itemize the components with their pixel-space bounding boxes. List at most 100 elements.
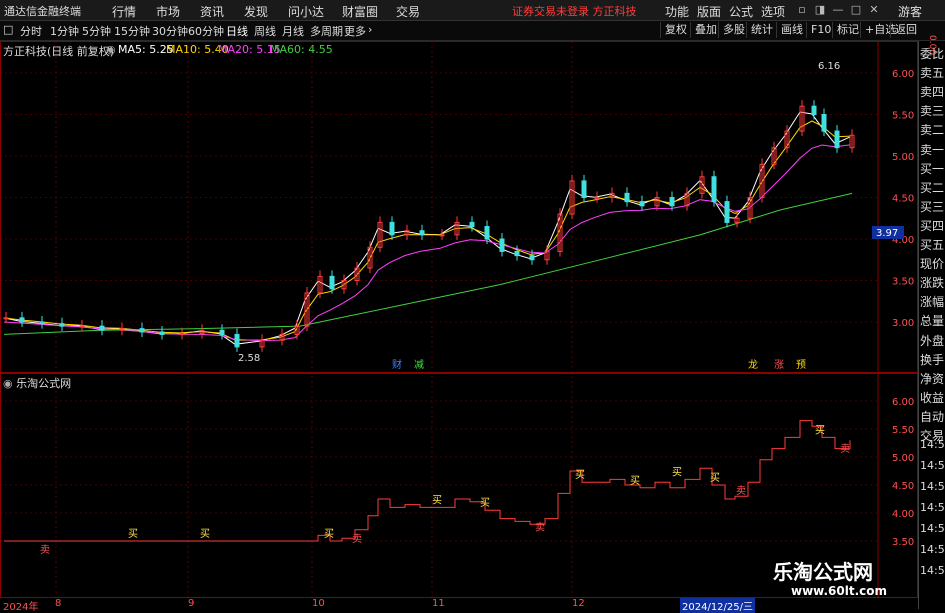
candle-body <box>99 325 105 331</box>
sidebar-item[interactable]: 买一 <box>920 160 945 179</box>
period-5min[interactable]: 5分钟 <box>82 23 111 39</box>
btn-overlay[interactable]: 叠加 <box>690 22 721 38</box>
y-tick: 5.00 <box>892 152 914 163</box>
candle-body <box>594 197 600 199</box>
window-close-icon[interactable]: ✕ <box>868 4 880 16</box>
candle-body <box>179 333 185 336</box>
sidebar-item[interactable]: 涨幅 <box>920 293 945 312</box>
sidebar-item[interactable]: 买三 <box>920 198 945 217</box>
menu-quotes[interactable]: 行情 <box>112 3 136 20</box>
sidebar-time: 14:56 <box>920 564 945 577</box>
candle-body <box>19 317 25 323</box>
window-restore-icon[interactable]: — <box>832 4 844 16</box>
buy-marker: 买 <box>324 528 334 540</box>
kline-chart[interactable]: 6.162.58财减龙涨预 卖买买买卖买 买卖买买买买卖买卖 6.005.505.… <box>0 41 918 598</box>
high-label: 6.16 <box>818 61 840 72</box>
candle-body <box>389 221 395 236</box>
period-monthly[interactable]: 月线 <box>282 23 304 39</box>
sidebar-time: 14:56 <box>920 501 945 514</box>
sidebar-item[interactable]: 卖三 <box>920 102 945 121</box>
sidebar-item[interactable]: 总量 <box>920 312 945 331</box>
toolbar-square-icon[interactable]: □ <box>3 23 13 36</box>
buy-marker: 买 <box>575 469 585 481</box>
menu-layout[interactable]: 版面 <box>697 3 721 20</box>
menu-discover[interactable]: 发现 <box>244 3 268 20</box>
menu-trade[interactable]: 交易 <box>396 3 420 20</box>
sell-marker: 卖 <box>535 522 545 534</box>
menu-market[interactable]: 市场 <box>156 3 180 20</box>
sidebar-item[interactable]: 自动 <box>920 408 945 427</box>
btn-multi-stock[interactable]: 多股 <box>718 22 749 38</box>
main-panel-frame <box>0 41 918 373</box>
chart-grid <box>0 41 918 598</box>
period-multi[interactable]: 多周期 <box>310 23 343 39</box>
ma-lines <box>3 111 853 345</box>
sub-y-tick: 4.50 <box>892 481 914 492</box>
more-chevron-icon[interactable]: › <box>368 23 372 36</box>
login-warning[interactable]: 证券交易未登录 方正科技 <box>512 3 637 19</box>
sidebar-item[interactable]: 卖二 <box>920 121 945 140</box>
sub-indicator: 卖买买买卖买 买卖买买买买卖买卖 <box>4 420 851 556</box>
y-tick: 3.50 <box>892 277 914 288</box>
ma20-line <box>3 144 851 342</box>
window-skin-icon[interactable]: ◨ <box>814 4 826 16</box>
sub-y-tick: 4.00 <box>892 509 914 520</box>
sell-marker: 卖 <box>40 544 50 556</box>
candle-body <box>159 331 165 335</box>
btn-adjust[interactable]: 复权 <box>660 22 691 38</box>
buy-marker: 买 <box>480 497 490 509</box>
menu-news[interactable]: 资讯 <box>200 3 224 20</box>
event-tag: 预 <box>796 359 806 371</box>
sidebar-item[interactable]: 委比 <box>920 45 945 64</box>
period-30min[interactable]: 30分钟 <box>152 23 188 39</box>
period-daily[interactable]: 日线 <box>226 23 248 39</box>
sidebar-item[interactable]: 现价 <box>920 255 945 274</box>
buy-marker: 买 <box>815 424 825 436</box>
candle-body <box>624 192 630 203</box>
btn-f10[interactable]: F10 <box>806 22 835 38</box>
sidebar-item[interactable]: 卖四 <box>920 83 945 102</box>
sidebar-item[interactable]: 换手 <box>920 351 945 370</box>
sidebar-item[interactable]: 卖一 <box>920 141 945 160</box>
period-weekly[interactable]: 周线 <box>254 23 276 39</box>
event-tag: 涨 <box>774 359 784 371</box>
sidebar-item[interactable]: 收益 <box>920 389 945 408</box>
menu-wealth[interactable]: 财富圈 <box>342 3 378 20</box>
period-60min[interactable]: 60分钟 <box>188 23 224 39</box>
sidebar-time: 14:56 <box>920 459 945 472</box>
sidebar-item[interactable]: 买五 <box>920 236 945 255</box>
menu-ask[interactable]: 问小达 <box>288 3 324 20</box>
period-1min[interactable]: 1分钟 <box>50 23 79 39</box>
x-label-year: 2024年 <box>3 602 39 613</box>
candle-body <box>499 238 505 252</box>
sidebar-item[interactable]: 买二 <box>920 179 945 198</box>
user-guest[interactable]: 游客 <box>898 3 922 20</box>
watermark-url: www.60lt.com <box>791 584 888 598</box>
window-min-icon[interactable]: ▫ <box>796 4 808 16</box>
candle-body <box>59 323 65 327</box>
btn-draw[interactable]: 画线 <box>776 22 807 38</box>
period-more[interactable]: 更多 <box>344 23 366 39</box>
sidebar-item[interactable]: 买四 <box>920 217 945 236</box>
period-intraday[interactable]: 分时 <box>20 23 42 39</box>
current-date: 2024/12/25/三 <box>680 598 756 613</box>
window-max-icon[interactable]: □ <box>850 4 862 16</box>
x-label-sep: 9 <box>188 598 195 609</box>
btn-stats[interactable]: 统计 <box>746 22 777 38</box>
candle-body <box>419 230 425 236</box>
sub-settings-icon[interactable]: ◉ <box>3 377 13 390</box>
menu-options[interactable]: 选项 <box>761 3 785 20</box>
y-tick: 3.00 <box>892 318 914 329</box>
sidebar-item[interactable]: 涨跌 <box>920 274 945 293</box>
menu-formula[interactable]: 公式 <box>729 3 753 20</box>
sidebar-item[interactable]: 净资 <box>920 370 945 389</box>
menu-function[interactable]: 功能 <box>665 3 689 20</box>
sidebar-item[interactable]: 卖五 <box>920 64 945 83</box>
y-tick: 4.50 <box>892 194 914 205</box>
sidebar-item[interactable]: 外盘 <box>920 332 945 351</box>
period-15min[interactable]: 15分钟 <box>114 23 150 39</box>
x-label-aug: 8 <box>55 598 62 609</box>
btn-back[interactable]: 返回 <box>890 22 921 38</box>
btn-mark[interactable]: 标记 <box>832 22 863 38</box>
sell-marker: 卖 <box>840 443 850 455</box>
